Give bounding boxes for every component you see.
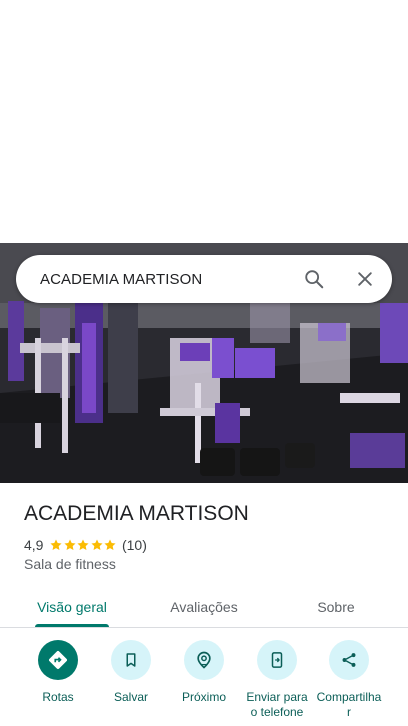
map-area-blank — [0, 0, 408, 243]
nearby-button[interactable]: Próximo — [164, 640, 244, 705]
active-tab-indicator — [35, 624, 109, 627]
review-count[interactable]: (10) — [122, 537, 147, 553]
send-to-phone-icon — [257, 640, 297, 680]
directions-button[interactable]: Rotas — [18, 640, 98, 705]
place-tabs: Visão geral Avaliações Sobre — [0, 586, 408, 628]
tab-about[interactable]: Sobre — [288, 586, 384, 628]
action-buttons: Rotas Salvar Próximo Enviar para o telef… — [0, 640, 408, 726]
save-button[interactable]: Salvar — [91, 640, 171, 705]
directions-icon — [38, 640, 78, 680]
place-category[interactable]: Sala de fitness — [24, 556, 116, 572]
nearby-icon — [184, 640, 224, 680]
search-query[interactable]: ACADEMIA MARTISON — [40, 271, 392, 288]
close-icon[interactable] — [353, 267, 377, 291]
send-to-phone-button[interactable]: Enviar para o telefone — [237, 640, 317, 720]
rating-row[interactable]: 4,9 (10) — [24, 536, 147, 554]
tab-reviews[interactable]: Avaliações — [156, 586, 252, 628]
directions-label: Rotas — [42, 690, 74, 704]
star-icon — [50, 539, 63, 551]
share-label: Compartilhar — [316, 690, 382, 719]
nearby-label: Próximo — [181, 690, 226, 704]
place-screen: ACADEMIA MARTISON ACADEMIA MARTISON 4,9 … — [0, 0, 408, 726]
tab-overview[interactable]: Visão geral — [24, 586, 120, 628]
share-button[interactable]: Compartilhar — [309, 640, 389, 720]
share-icon — [329, 640, 369, 680]
send-to-phone-label: Enviar para o telefone — [246, 690, 308, 719]
place-title: ACADEMIA MARTISON — [24, 502, 249, 525]
search-bar[interactable]: ACADEMIA MARTISON — [16, 255, 392, 303]
star-icon — [77, 539, 90, 551]
search-icon[interactable] — [302, 267, 326, 291]
save-label: Salvar — [113, 690, 148, 704]
rating-value: 4,9 — [24, 537, 44, 553]
star-rating — [49, 538, 117, 552]
star-icon — [104, 539, 117, 551]
bookmark-icon — [111, 640, 151, 680]
star-icon — [91, 539, 103, 551]
star-icon — [64, 539, 76, 551]
